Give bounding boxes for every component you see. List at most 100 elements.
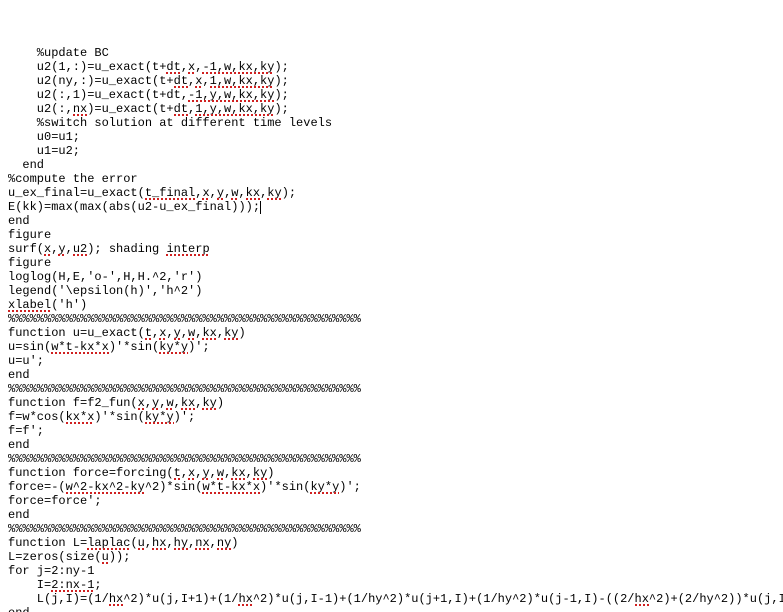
spellcheck-underline-text: kx bbox=[231, 466, 245, 480]
code-text: , bbox=[195, 326, 202, 340]
code-text: , bbox=[224, 466, 231, 480]
code-line[interactable]: u2(1,:)=u_exact(t+dt,x,-1,w,kx,ky); bbox=[8, 60, 775, 74]
code-text: ); shading bbox=[87, 242, 166, 256]
code-line[interactable]: for j=2:ny-1 bbox=[8, 564, 775, 578]
code-line[interactable]: u2(:,nx)=u_exact(t+dt,1,y,w,kx,ky); bbox=[8, 102, 775, 116]
code-text: end bbox=[8, 214, 30, 228]
code-text: function L= bbox=[8, 536, 87, 550]
code-line[interactable]: function force=forcing(t,x,y,w,kx,ky) bbox=[8, 466, 775, 480]
code-text: , bbox=[210, 536, 217, 550]
spellcheck-underline-text: x bbox=[195, 74, 202, 88]
code-line[interactable]: function f=f2_fun(x,y,w,kx,ky) bbox=[8, 396, 775, 410]
code-text: )'; bbox=[174, 410, 196, 424]
code-text: ('h') bbox=[51, 298, 87, 312]
code-line[interactable]: end bbox=[8, 606, 775, 612]
code-line[interactable]: u0=u1; bbox=[8, 130, 775, 144]
spellcheck-underline-text: 1,w,kx,ky bbox=[210, 74, 275, 88]
code-text: , bbox=[210, 466, 217, 480]
code-line[interactable]: end bbox=[8, 368, 775, 382]
spellcheck-underline-text: y bbox=[202, 466, 209, 480]
code-text: end bbox=[8, 368, 30, 382]
code-text: ^2)*sin( bbox=[145, 480, 203, 494]
code-text: ^2)*u(j,I+1)+(1/ bbox=[123, 592, 238, 606]
code-line[interactable]: %%%%%%%%%%%%%%%%%%%%%%%%%%%%%%%%%%%%%%%%… bbox=[8, 522, 775, 536]
code-line[interactable]: legend('\epsilon(h)','h^2') bbox=[8, 284, 775, 298]
spellcheck-underline-text: w^2-kx^2-ky bbox=[66, 480, 145, 494]
spellcheck-underline-text: ky*y bbox=[310, 480, 339, 494]
code-line[interactable]: L(j,I)=(1/hx^2)*u(j,I+1)+(1/hx^2)*u(j,I-… bbox=[8, 592, 775, 606]
code-text: , bbox=[217, 326, 224, 340]
code-line[interactable]: u=sin(w*t-kx*x)'*sin(ky*y)'; bbox=[8, 340, 775, 354]
spellcheck-underline-text: hx bbox=[109, 592, 123, 606]
code-line[interactable]: f=f'; bbox=[8, 424, 775, 438]
code-line[interactable]: %compute the error bbox=[8, 172, 775, 186]
spellcheck-underline-text: u bbox=[138, 536, 145, 550]
code-line[interactable]: end bbox=[8, 508, 775, 522]
code-line[interactable]: E(kk)=max(max(abs(u2-u_ex_final))); bbox=[8, 200, 775, 214]
code-text: , bbox=[195, 60, 202, 74]
spellcheck-underline-text: 1,y,w,kx,ky bbox=[195, 102, 274, 116]
spellcheck-underline-text: x bbox=[202, 186, 209, 200]
spellcheck-underline-text: x bbox=[44, 242, 51, 256]
code-line[interactable]: force=-(w^2-kx^2-ky^2)*sin(w*t-kx*x)'*si… bbox=[8, 480, 775, 494]
code-line[interactable]: u_ex_final=u_exact(t_final,x,y,w,kx,ky); bbox=[8, 186, 775, 200]
code-text: ); bbox=[274, 88, 288, 102]
code-line[interactable]: end bbox=[8, 438, 775, 452]
code-text: end bbox=[8, 438, 30, 452]
code-line[interactable]: %switch solution at different time level… bbox=[8, 116, 775, 130]
code-text: , bbox=[246, 466, 253, 480]
code-text: u0=u1; bbox=[37, 130, 80, 144]
code-line[interactable]: loglog(H,E,'o-',H,H.^2,'r') bbox=[8, 270, 775, 284]
code-text: , bbox=[51, 242, 58, 256]
code-text: end bbox=[8, 508, 30, 522]
code-text: ) bbox=[231, 536, 238, 550]
spellcheck-underline-text: ky*y bbox=[159, 340, 188, 354]
spellcheck-underline-text: w bbox=[166, 396, 173, 410]
code-text: , bbox=[181, 466, 188, 480]
code-line[interactable]: surf(x,y,u2); shading interp bbox=[8, 242, 775, 256]
code-text: , bbox=[188, 102, 195, 116]
code-text: )'; bbox=[339, 480, 361, 494]
code-text: , bbox=[188, 536, 195, 550]
code-line[interactable]: end bbox=[8, 158, 775, 172]
code-text: )'*sin( bbox=[260, 480, 310, 494]
code-editor[interactable]: %update BCu2(1,:)=u_exact(t+dt,x,-1,w,kx… bbox=[0, 0, 783, 612]
code-line[interactable]: figure bbox=[8, 256, 775, 270]
code-text: L(j,I)=(1/ bbox=[37, 592, 109, 606]
code-text: u2(ny,:)=u_exact(t+ bbox=[37, 74, 174, 88]
code-line[interactable]: %update BC bbox=[8, 46, 775, 60]
code-text: function u=u_exact( bbox=[8, 326, 145, 340]
code-line[interactable]: end bbox=[8, 214, 775, 228]
code-line[interactable]: %%%%%%%%%%%%%%%%%%%%%%%%%%%%%%%%%%%%%%%%… bbox=[8, 382, 775, 396]
code-line[interactable]: function L=laplac(u,hx,hy,nx,ny) bbox=[8, 536, 775, 550]
code-line[interactable]: u1=u2; bbox=[8, 144, 775, 158]
code-text: %%%%%%%%%%%%%%%%%%%%%%%%%%%%%%%%%%%%%%%%… bbox=[8, 382, 361, 396]
code-line[interactable]: I=2:nx-1; bbox=[8, 578, 775, 592]
code-text: %%%%%%%%%%%%%%%%%%%%%%%%%%%%%%%%%%%%%%%%… bbox=[8, 452, 361, 466]
code-line[interactable]: u2(:,1)=u_exact(t+dt,-1,y,w,kx,ky); bbox=[8, 88, 775, 102]
code-line[interactable]: f=w*cos(kx*x)'*sin(ky*y)'; bbox=[8, 410, 775, 424]
spellcheck-underline-text: y bbox=[217, 186, 224, 200]
code-line[interactable]: %%%%%%%%%%%%%%%%%%%%%%%%%%%%%%%%%%%%%%%%… bbox=[8, 312, 775, 326]
code-line[interactable]: figure bbox=[8, 228, 775, 242]
code-line[interactable]: function u=u_exact(t,x,y,w,kx,ky) bbox=[8, 326, 775, 340]
spellcheck-underline-text: t_final bbox=[145, 186, 195, 200]
code-text: ) bbox=[267, 466, 274, 480]
spellcheck-underline-text: x bbox=[188, 466, 195, 480]
code-line[interactable]: %%%%%%%%%%%%%%%%%%%%%%%%%%%%%%%%%%%%%%%%… bbox=[8, 452, 775, 466]
code-text: u=sin( bbox=[8, 340, 51, 354]
code-line[interactable]: u=u'; bbox=[8, 354, 775, 368]
code-text: f=f'; bbox=[8, 424, 44, 438]
spellcheck-underline-text: x bbox=[159, 326, 166, 340]
spellcheck-underline-text: dt bbox=[166, 60, 180, 74]
spellcheck-underline-text: x bbox=[188, 60, 195, 74]
code-line[interactable]: L=zeros(size(u)); bbox=[8, 550, 775, 564]
code-text: legend('\epsilon(h)','h^2') bbox=[8, 284, 202, 298]
code-line[interactable]: xlabel('h') bbox=[8, 298, 775, 312]
code-line[interactable]: force=force'; bbox=[8, 494, 775, 508]
code-text: for j=2:ny-1 bbox=[8, 564, 94, 578]
code-line[interactable]: u2(ny,:)=u_exact(t+dt,x,1,w,kx,ky); bbox=[8, 74, 775, 88]
spellcheck-underline-text: 2:nx-1 bbox=[51, 578, 94, 592]
spellcheck-underline-text: hx bbox=[238, 592, 252, 606]
code-text: %%%%%%%%%%%%%%%%%%%%%%%%%%%%%%%%%%%%%%%%… bbox=[8, 312, 361, 326]
